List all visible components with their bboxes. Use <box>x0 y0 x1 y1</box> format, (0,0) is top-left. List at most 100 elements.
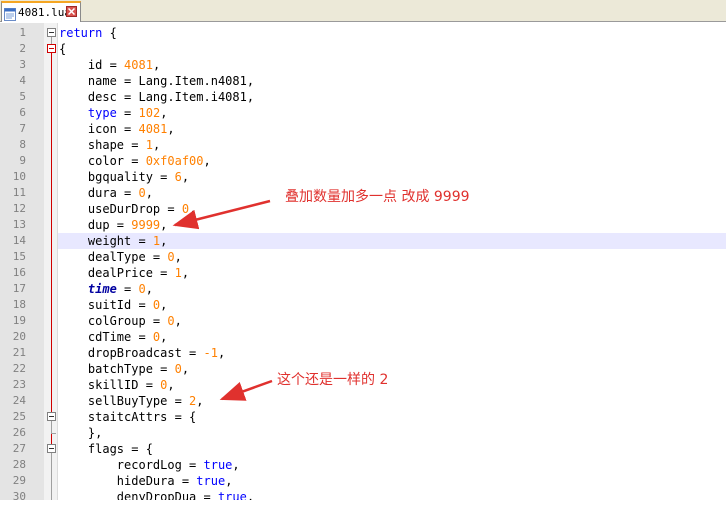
code-text: dealPrice = 1, <box>59 266 190 280</box>
line-number: 2 <box>19 42 26 55</box>
code-text: shape = 1, <box>59 138 161 152</box>
code-text: flags = { <box>59 442 153 456</box>
fold-guide-line <box>51 453 52 500</box>
code-text: weight = 1, <box>59 234 168 248</box>
fold-toggle-icon[interactable] <box>47 412 56 421</box>
lua-file-icon <box>4 6 16 21</box>
code-text: dura = 0, <box>59 186 153 200</box>
code-line[interactable]: dealPrice = 1, <box>58 265 726 281</box>
line-number: 29 <box>12 474 26 487</box>
code-line[interactable]: batchType = 0, <box>58 361 726 377</box>
code-text: denyDropDua = true, <box>59 490 255 500</box>
line-number: 1 <box>19 26 26 39</box>
line-number: 9 <box>19 154 26 167</box>
code-editor[interactable]: return { { id = 4081, name = Lang.Item.n4… <box>58 23 726 500</box>
fold-toggle-icon[interactable] <box>47 28 56 37</box>
annotation-dup: 叠加数量加多一点 改成 9999 <box>285 189 470 205</box>
line-number: 30 <box>12 490 26 503</box>
code-line[interactable]: staitcAttrs = { <box>58 409 726 425</box>
code-line[interactable]: denyDropDua = true, <box>58 489 726 500</box>
line-number: 13 <box>12 218 26 231</box>
code-line[interactable]: time = 0, <box>58 281 726 297</box>
code-line[interactable]: sellBuyType = 2, <box>58 393 726 409</box>
fold-guide-line <box>51 421 52 433</box>
code-text: suitId = 0, <box>59 298 168 312</box>
code-text: return { <box>59 26 117 40</box>
line-number: 22 <box>12 362 26 375</box>
fold-guide-line <box>51 37 52 44</box>
line-number: 15 <box>12 250 26 263</box>
line-number: 8 <box>19 138 26 151</box>
code-line[interactable]: id = 4081, <box>58 57 726 73</box>
code-line[interactable]: type = 102, <box>58 105 726 121</box>
code-text: icon = 4081, <box>59 122 175 136</box>
code-line[interactable]: dropBroadcast = -1, <box>58 345 726 361</box>
tab-bar: 4081.lua <box>0 0 726 22</box>
code-text: id = 4081, <box>59 58 161 72</box>
line-number: 5 <box>19 90 26 103</box>
tab-4081-lua[interactable]: 4081.lua <box>1 1 81 22</box>
code-text: skillID = 0, <box>59 378 175 392</box>
code-line[interactable]: name = Lang.Item.n4081, <box>58 73 726 89</box>
code-line[interactable]: dup = 9999, <box>58 217 726 233</box>
code-line[interactable]: return { <box>58 25 726 41</box>
code-line[interactable]: color = 0xf0af00, <box>58 153 726 169</box>
line-number: 26 <box>12 426 26 439</box>
line-number: 23 <box>12 378 26 391</box>
line-number: 6 <box>19 106 26 119</box>
code-text: time = 0, <box>87 282 153 296</box>
fold-toggle-icon[interactable] <box>47 44 56 53</box>
code-text: sellBuyType = 2, <box>59 394 204 408</box>
line-number: 10 <box>12 170 26 183</box>
line-number: 27 <box>12 442 26 455</box>
line-number: 17 <box>12 282 26 295</box>
line-number: 28 <box>12 458 26 471</box>
code-text: name = Lang.Item.n4081, <box>59 74 255 88</box>
code-text: bgquality = 6, <box>59 170 190 184</box>
line-number: 14 <box>12 234 26 247</box>
code-text: colGroup = 0, <box>59 314 182 328</box>
code-text: desc = Lang.Item.i4081, <box>59 90 255 104</box>
code-text: type = 102, <box>87 106 168 120</box>
code-text: dup = 9999, <box>59 218 168 232</box>
code-line[interactable]: { <box>58 41 726 57</box>
annotation-sellbuytype: 这个还是一样的 2 <box>277 372 389 388</box>
code-line[interactable]: icon = 4081, <box>58 121 726 137</box>
code-line[interactable]: recordLog = true, <box>58 457 726 473</box>
code-line[interactable]: cdTime = 0, <box>58 329 726 345</box>
line-number: 3 <box>19 58 26 71</box>
code-line[interactable]: desc = Lang.Item.i4081, <box>58 89 726 105</box>
code-text: useDurDrop = 0, <box>59 202 197 216</box>
code-line[interactable]: }, <box>58 425 726 441</box>
line-number: 19 <box>12 314 26 327</box>
code-line[interactable]: dealType = 0, <box>58 249 726 265</box>
fold-end-marker <box>51 433 56 434</box>
code-line[interactable]: colGroup = 0, <box>58 313 726 329</box>
code-text: }, <box>59 426 103 440</box>
code-text: cdTime = 0, <box>59 330 168 344</box>
line-number: 21 <box>12 346 26 359</box>
code-text: recordLog = true, <box>59 458 240 472</box>
line-number: 20 <box>12 330 26 343</box>
code-text: dealType = 0, <box>59 250 182 264</box>
code-line[interactable]: hideDura = true, <box>58 473 726 489</box>
line-number: 16 <box>12 266 26 279</box>
code-text: { <box>59 42 67 56</box>
code-text: batchType = 0, <box>59 362 190 376</box>
code-line[interactable]: shape = 1, <box>58 137 726 153</box>
fold-toggle-icon[interactable] <box>47 444 56 453</box>
code-line[interactable]: skillID = 0, <box>58 377 726 393</box>
line-number: 12 <box>12 202 26 215</box>
code-line[interactable]: weight = 1, <box>58 233 726 249</box>
code-line[interactable]: bgquality = 6, <box>58 169 726 185</box>
code-text: hideDura = true, <box>59 474 233 488</box>
code-line[interactable]: flags = { <box>58 441 726 457</box>
tab-label: 4081.lua <box>18 6 71 19</box>
close-icon[interactable] <box>66 6 77 17</box>
line-number: 4 <box>19 74 26 87</box>
line-number: 25 <box>12 410 26 423</box>
line-number: 11 <box>12 186 26 199</box>
line-number: 7 <box>19 122 26 135</box>
code-line[interactable]: suitId = 0, <box>58 297 726 313</box>
code-text: dropBroadcast = -1, <box>59 346 226 360</box>
